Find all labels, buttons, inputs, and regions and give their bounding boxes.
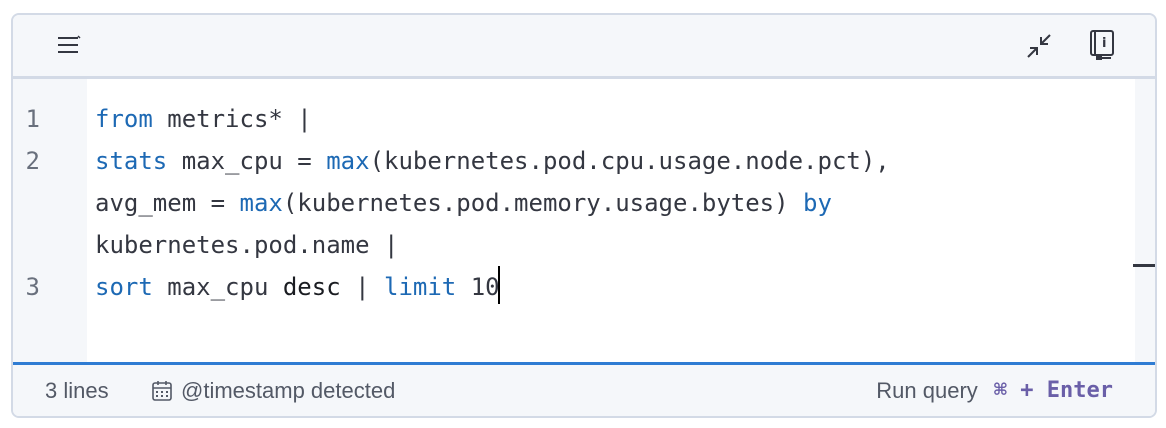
code-token: desc [282,273,341,301]
query-editor: i 1 2 3 from metrics* | stats max_cpu = m… [11,13,1157,418]
line-number: 1 [25,105,40,133]
line-number: 3 [25,273,40,301]
line-number: 2 [25,147,40,175]
editor-toolbar: i [13,15,1155,79]
code-token: | [340,273,384,301]
code-line[interactable]: sort max_cpu desc | limit 10 [95,266,890,308]
calendar-icon [151,380,173,402]
code-token: max_cpu = [167,147,327,175]
code-keyword: stats [95,147,168,175]
line-number-gutter: 1 2 3 [13,79,87,362]
code-keyword: max [326,147,370,175]
code-line[interactable]: kubernetes.pod.name | [95,224,890,266]
code-line[interactable]: stats max_cpu = max(kubernetes.pod.cpu.u… [95,140,890,182]
timestamp-label: @timestamp detected [181,377,396,403]
code-keyword: limit [384,273,457,301]
keyboard-shortcut: ⌘ + Enter [993,378,1113,403]
timestamp-indicator: @timestamp detected [151,365,395,416]
code-keyword: sort [95,273,153,301]
code-token: (kubernetes.pod.cpu.usage.node.pct), [369,147,890,175]
code-token: metrics* | [152,105,312,133]
code-line[interactable]: from metrics* | [95,98,890,140]
code-token: (kubernetes.pod.memory.usage.bytes) [282,189,804,217]
code-editor[interactable]: 1 2 3 from metrics* | stats max_cpu = max… [13,79,1155,362]
code-keyword: max [239,189,283,217]
run-query-label: Run query [876,377,978,403]
run-query-button[interactable]: Run query ⌘ + Enter [876,365,1113,416]
text-cursor [497,266,500,304]
code-keyword: by [803,189,832,217]
line-count: 3 lines [45,377,109,403]
code-keyword: from [95,105,153,133]
code-text[interactable]: from metrics* | stats max_cpu = max(kuber… [95,98,890,308]
list-lines-icon[interactable] [52,29,86,63]
documentation-icon[interactable]: i [1085,28,1119,62]
editor-footer: 3 lines @timestamp detected Run query ⌘ … [13,362,1155,416]
svg-text:i: i [1102,36,1106,51]
scroll-position-marker [1133,264,1155,267]
code-token: 10 [456,273,500,301]
code-line[interactable]: avg_mem = max(kubernetes.pod.memory.usag… [95,182,890,224]
code-token: kubernetes.pod.name | [95,231,399,259]
minimize-icon[interactable] [1022,29,1056,63]
code-token: max_cpu [152,273,283,301]
scrollbar[interactable] [1135,79,1155,362]
code-token: avg_mem = [95,189,240,217]
